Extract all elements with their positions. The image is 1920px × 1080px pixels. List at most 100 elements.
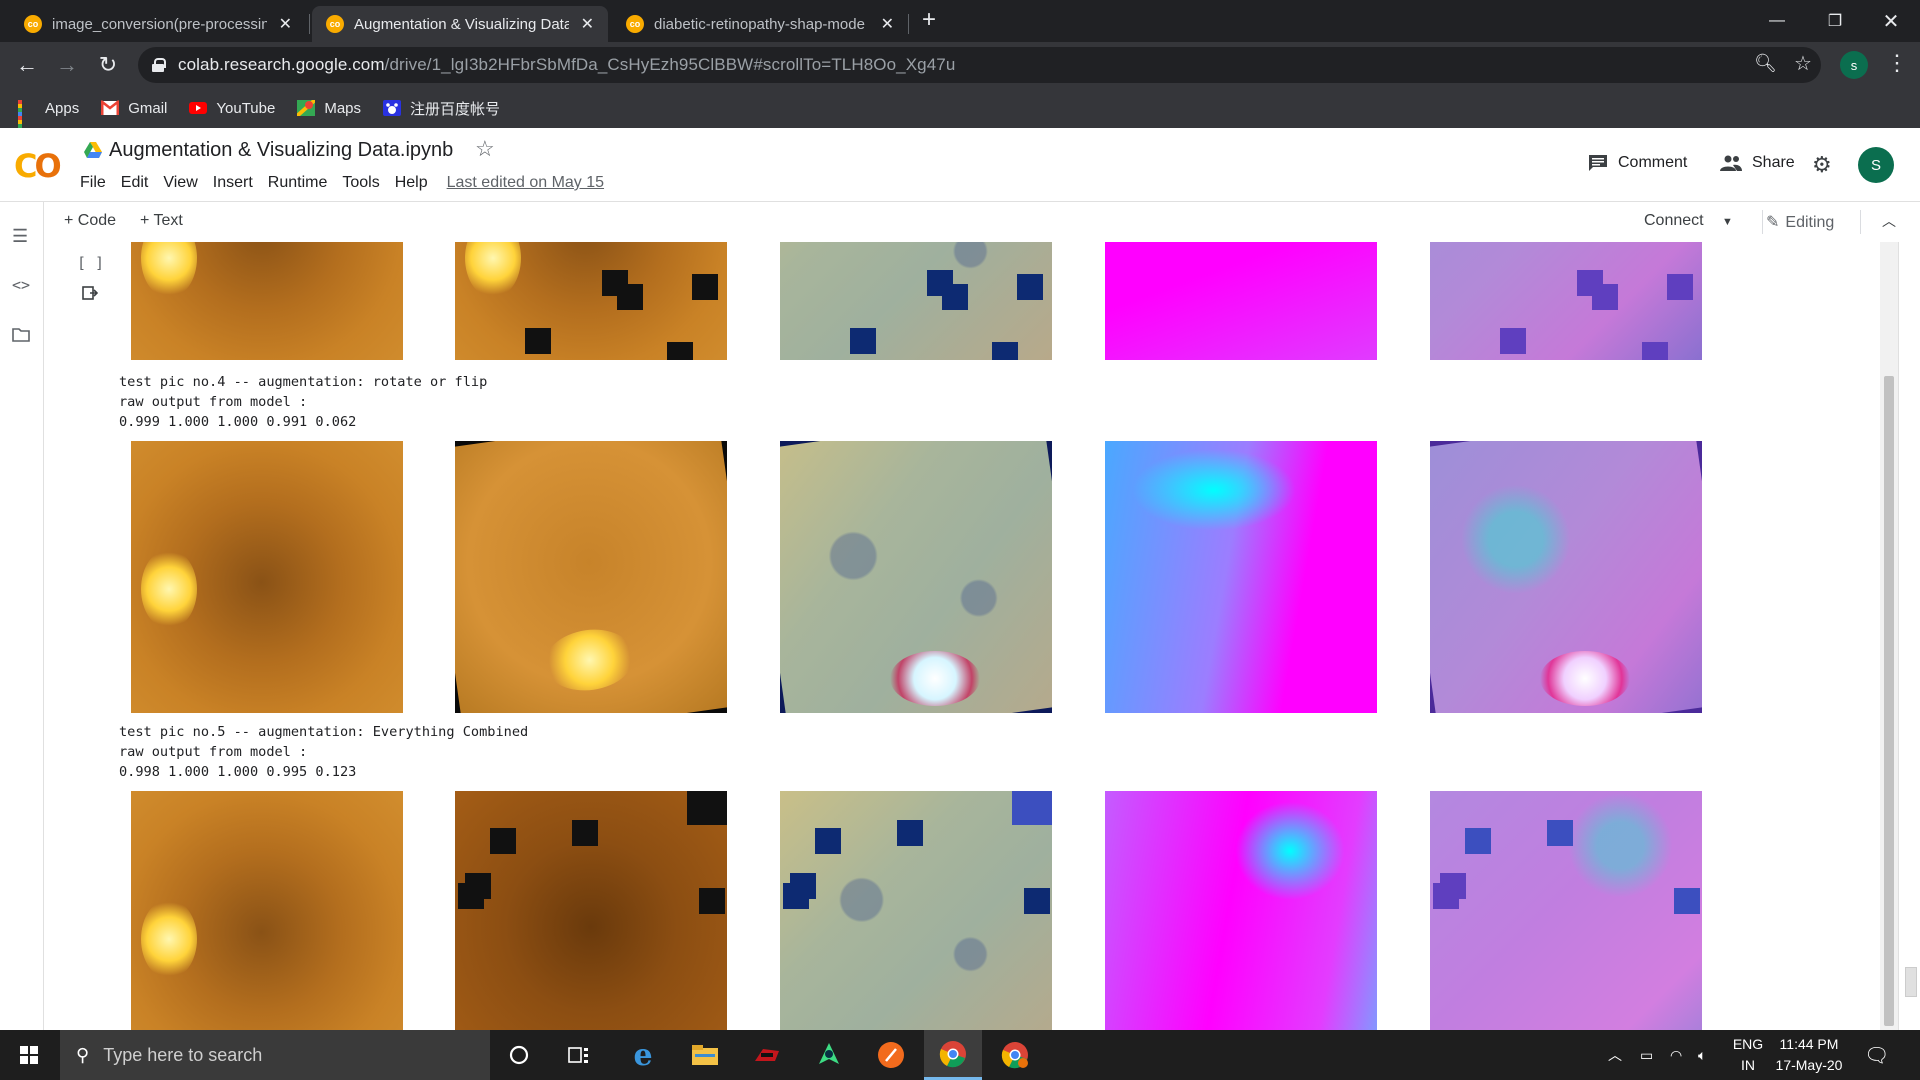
show-hidden-icons[interactable]: ︿ [1608,1030,1622,1080]
close-tab-icon[interactable]: ✕ [279,14,292,34]
clock-date: 17-May-20 [1775,1057,1843,1073]
android-studio-icon[interactable] [800,1030,858,1080]
google-drive-icon[interactable] [84,142,102,158]
minimap-thumb[interactable] [1905,967,1917,997]
bookmark-baidu[interactable]: 注册百度帐号 [383,98,500,119]
bookmark-maps[interactable]: Maps [297,100,361,117]
browser-profile-avatar[interactable]: s [1840,51,1868,79]
right-margin-panel [1898,242,1920,1030]
menu-file[interactable]: File [80,174,106,192]
language-code: ENG [1732,1036,1764,1052]
notifications-icon[interactable]: 🗨︎ [1864,1030,1889,1080]
colab-logo[interactable]: CO [14,147,62,185]
editing-mode-button[interactable]: ✎ Editing [1766,212,1834,232]
menu-runtime[interactable]: Runtime [268,174,328,192]
taskbar-clock[interactable]: 11:44 PM 17-May-20 [1774,1034,1844,1076]
tab-augmentation[interactable]: Augmentation & Visualizing Data ✕ [312,6,608,42]
code-snippets-icon[interactable]: <> [12,276,30,294]
wifi-icon[interactable]: ◠ [1670,1030,1682,1080]
baidu-icon [383,100,402,116]
fundus-combined-image [455,791,727,1030]
file-explorer-icon[interactable] [676,1030,734,1080]
close-window-icon[interactable]: ✕ [1862,0,1920,42]
task-view-icon[interactable] [550,1030,608,1080]
cortana-icon[interactable] [490,1030,548,1080]
output-text-line: 0.999 1.000 1.000 0.991 0.062 [119,414,357,430]
forward-icon[interactable]: → [52,50,82,80]
windows-start-icon[interactable] [20,1046,38,1064]
bookmark-youtube[interactable]: YouTube [189,100,275,117]
comment-button[interactable]: Comment [1588,154,1687,172]
collapse-header-icon[interactable]: ︿ [1882,211,1896,231]
reload-icon[interactable]: ↻ [93,50,123,80]
browser-menu-icon[interactable]: ⋮ [1886,50,1908,76]
colab-favicon-icon [326,15,344,33]
output-text-line: 0.998 1.000 1.000 0.995 0.123 [119,764,357,780]
share-button[interactable]: Share [1720,154,1795,172]
battery-icon[interactable]: ▭ [1640,1030,1653,1080]
notebook-scrollbar[interactable] [1880,242,1898,1030]
chrome-icon[interactable] [924,1030,982,1080]
close-tab-icon[interactable]: ✕ [881,14,894,34]
output-text-line: raw output from model : [119,394,308,410]
bookmark-star-icon[interactable]: ☆ [1794,51,1812,76]
tab-title: diabetic-retinopathy-shap-mode [654,15,865,33]
add-code-button[interactable]: + Code [64,212,116,230]
clock-time: 11:44 PM [1779,1036,1839,1052]
notebook-title[interactable]: Augmentation & Visualizing Data.ipynb [109,139,453,162]
comment-icon [1589,155,1607,171]
pencil-icon: ✎ [1766,214,1780,231]
output-text-line: test pic no.5 -- augmentation: Everythin… [119,724,529,740]
table-of-contents-icon[interactable]: ☰ [12,226,28,247]
tab-diabetic-retinopathy[interactable]: diabetic-retinopathy-shap-mode ✕ [612,6,908,42]
back-icon[interactable]: ← [12,50,42,80]
notebook-content: [ ] test pic no.4 -- augmentation: rotat… [44,242,1880,1030]
user-avatar[interactable]: S [1858,147,1894,183]
bookmark-gmail[interactable]: Gmail [101,100,167,117]
bookmark-label: Gmail [128,99,168,117]
browser-tab-strip: image_conversion(pre-processing ✕ Augmen… [0,0,1920,42]
share-label: Share [1752,154,1795,171]
menu-insert[interactable]: Insert [213,174,253,192]
bookmark-apps[interactable]: Apps [18,100,79,136]
minimize-icon[interactable]: — [1748,0,1806,42]
volume-icon[interactable]: 🔈︎ [1698,1030,1706,1080]
star-notebook-icon[interactable]: ☆ [475,136,495,162]
preprocessed-rotated-image [780,441,1052,713]
menu-edit[interactable]: Edit [121,174,149,192]
menu-view[interactable]: View [163,174,197,192]
people-icon [1720,155,1742,171]
close-tab-icon[interactable]: ✕ [581,14,594,34]
shap-heatmap-image [1105,791,1377,1030]
colab-header: CO Augmentation & Visualizing Data.ipynb… [0,128,1920,202]
settings-gear-icon[interactable]: ⚙ [1812,152,1832,178]
menu-tools[interactable]: Tools [342,174,379,192]
game-app-icon[interactable] [738,1030,796,1080]
cell-run-indicator[interactable]: [ ] [77,254,104,272]
last-edited-link[interactable]: Last edited on May 15 [447,174,604,192]
shap-overlay-image [1430,242,1702,360]
edge-browser-icon[interactable]: e [614,1030,672,1080]
address-bar[interactable]: colab.research.google.com/drive/1_lgI3b2… [138,47,1821,83]
fundus-original-image [131,791,403,1030]
input-language-indicator[interactable]: ENG IN [1730,1034,1766,1076]
taskbar-search-box[interactable]: ⚲ Type here to search [60,1030,490,1080]
region-code: IN [1741,1057,1755,1073]
connect-button[interactable]: Connect ▼ [1644,212,1733,230]
fundus-original-image [131,242,403,360]
chrome-profile-icon[interactable] [986,1030,1044,1080]
zoom-icon[interactable]: 🔍︎ [1754,53,1777,74]
scrollbar-thumb[interactable] [1884,376,1894,1026]
url-text[interactable]: colab.research.google.com/drive/1_lgI3b2… [178,55,955,75]
output-actions-icon[interactable] [82,286,98,300]
new-tab-icon[interactable]: + [922,6,936,34]
files-folder-icon[interactable] [12,326,30,347]
add-text-button[interactable]: + Text [140,212,183,230]
orange-app-icon[interactable] [862,1030,920,1080]
connect-dropdown-icon[interactable]: ▼ [1722,216,1733,228]
tab-image-conversion[interactable]: image_conversion(pre-processing ✕ [10,6,306,42]
shap-overlay-image [1430,791,1702,1030]
menu-help[interactable]: Help [395,174,428,192]
lock-icon [152,58,166,72]
restore-icon[interactable]: ❐ [1806,0,1864,42]
